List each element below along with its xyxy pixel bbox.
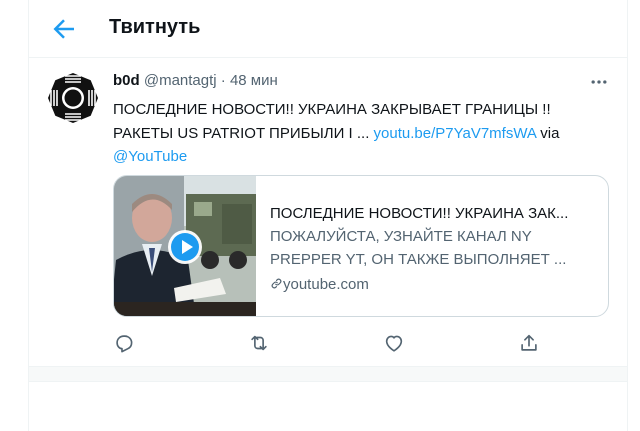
tweet[interactable]: b0d @mantagtj · 48 мин ПОСЛЕДНИЕ НОВОСТИ… bbox=[29, 58, 627, 368]
mention-link[interactable]: @YouTube bbox=[113, 145, 613, 169]
reply-icon[interactable] bbox=[113, 332, 135, 354]
page-header: Твитнуть bbox=[29, 0, 627, 58]
retweet-icon[interactable] bbox=[248, 332, 270, 354]
card-text: ПОСЛЕДНИЕ НОВОСТИ!! УКРАИНА ЗАК... ПОЖАЛ… bbox=[270, 202, 600, 296]
tweet-link[interactable]: youtu.be/P7YaV7mfsWA bbox=[374, 125, 537, 142]
link-icon bbox=[271, 278, 282, 289]
avatar[interactable] bbox=[45, 70, 101, 126]
tweet-page: Твитнуть b0d @mantagtj · 48 мин ПОСЛЕДНИ… bbox=[28, 0, 628, 431]
back-arrow-icon[interactable] bbox=[49, 14, 79, 44]
card-description-line: PREPPER YT, ОН ТАКЖЕ ВЫПОЛНЯЕТ ... bbox=[270, 251, 567, 268]
tweet-user-line: b0d @mantagtj · 48 мин bbox=[113, 72, 278, 89]
separator-dot: · bbox=[220, 72, 226, 89]
section-separator bbox=[29, 366, 627, 382]
card-description-line: ПОЖАЛУЙСТА, УЗНАЙТЕ КАНАЛ NY bbox=[270, 228, 532, 245]
like-icon[interactable] bbox=[383, 332, 405, 354]
card-title: ПОСЛЕДНИЕ НОВОСТИ!! УКРАИНА ЗАК... bbox=[270, 205, 569, 222]
card-description: ПОЖАЛУЙСТА, УЗНАЙТЕ КАНАЛ NY PREPPER YT,… bbox=[270, 225, 600, 271]
more-icon[interactable] bbox=[589, 72, 609, 92]
tweet-actions bbox=[29, 326, 627, 362]
play-icon[interactable] bbox=[176, 237, 196, 257]
share-icon[interactable] bbox=[518, 332, 540, 354]
card-domain: youtube.com bbox=[270, 273, 600, 296]
tweet-time[interactable]: 48 мин bbox=[230, 72, 278, 89]
tweet-text-line: РАКЕТЫ US PATRIOT ПРИБЫЛИ I ... bbox=[113, 124, 370, 142]
via-text: via bbox=[540, 124, 560, 142]
card-domain-text: youtube.com bbox=[283, 276, 369, 293]
tweet-text-line: ПОСЛЕДНИЕ НОВОСТИ!! УКРАИНА ЗАКРЫВАЕТ ГР… bbox=[113, 101, 551, 118]
user-handle[interactable]: @mantagtj bbox=[144, 72, 217, 89]
user-name[interactable]: b0d bbox=[113, 72, 140, 89]
link-preview-card[interactable]: ПОСЛЕДНИЕ НОВОСТИ!! УКРАИНА ЗАК... ПОЖАЛ… bbox=[113, 175, 609, 317]
tweet-text: ПОСЛЕДНИЕ НОВОСТИ!! УКРАИНА ЗАКРЫВАЕТ ГР… bbox=[113, 98, 613, 169]
page-title: Твитнуть bbox=[109, 16, 201, 38]
